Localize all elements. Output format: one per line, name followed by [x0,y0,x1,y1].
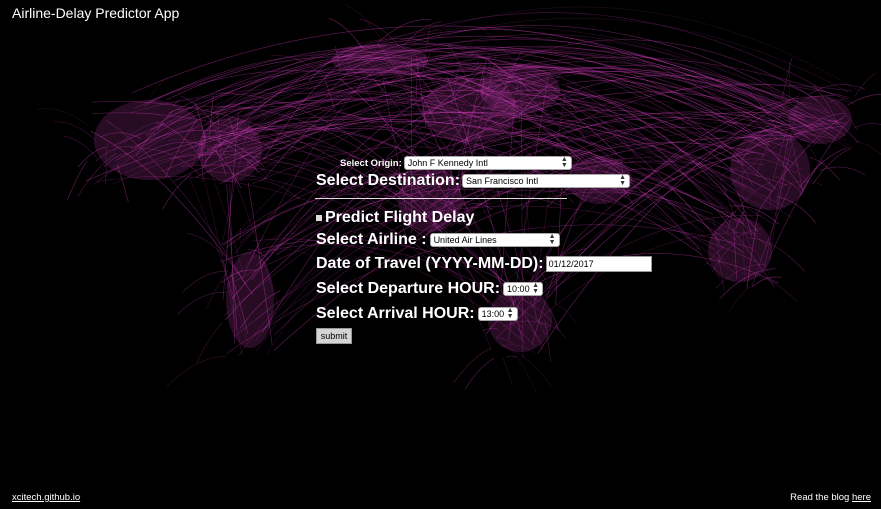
select-arrows-icon: ▲ ▼ [619,174,627,187]
origin-select[interactable]: John F Kennedy Intl ▲ ▼ [403,156,572,170]
departure-row: Select Departure HOUR: 10:00 ▲ ▼ [316,280,544,298]
arrival-row: Select Arrival HOUR: 13:00 ▲ ▼ [316,305,518,323]
divider [315,198,567,199]
origin-row: Select Origin: John F Kennedy Intl ▲ ▼ [340,156,572,170]
section-title: Predict Flight Delay [325,209,475,226]
submit-button[interactable]: submit [316,328,352,344]
date-row: Date of Travel (YYYY-MM-DD): [316,255,652,273]
origin-label: Select Origin: [340,157,402,169]
section-heading: Predict Flight Delay [316,209,474,227]
site-link[interactable]: xcitech.github.io [12,492,80,503]
date-label: Date of Travel (YYYY-MM-DD): [316,255,544,272]
blog-note: Read the blog here [790,492,871,503]
arrival-hour-select[interactable]: 13:00 ▲ ▼ [477,307,518,321]
departure-hour-select[interactable]: 10:00 ▲ ▼ [503,282,544,296]
select-arrows-icon: ▲ ▼ [532,282,540,295]
destination-row: Select Destination: San Francisco Intl ▲… [316,172,631,190]
blog-text: Read the blog [790,492,850,503]
select-arrows-icon: ▲ ▼ [560,156,568,169]
date-input[interactable] [545,256,652,272]
destination-label: Select Destination: [316,172,461,189]
airline-select[interactable]: United Air Lines ▲ ▼ [429,233,560,247]
blog-link[interactable]: here [852,492,871,503]
select-arrows-icon: ▲ ▼ [548,233,556,246]
select-arrows-icon: ▲ ▼ [506,307,514,320]
square-bullet-icon [316,215,322,221]
airline-row: Select Airline : United Air Lines ▲ ▼ [316,231,560,249]
arrival-label: Select Arrival HOUR: [316,305,475,322]
departure-label: Select Departure HOUR: [316,280,501,297]
airline-label: Select Airline : [316,231,427,248]
destination-select[interactable]: San Francisco Intl ▲ ▼ [462,174,631,188]
